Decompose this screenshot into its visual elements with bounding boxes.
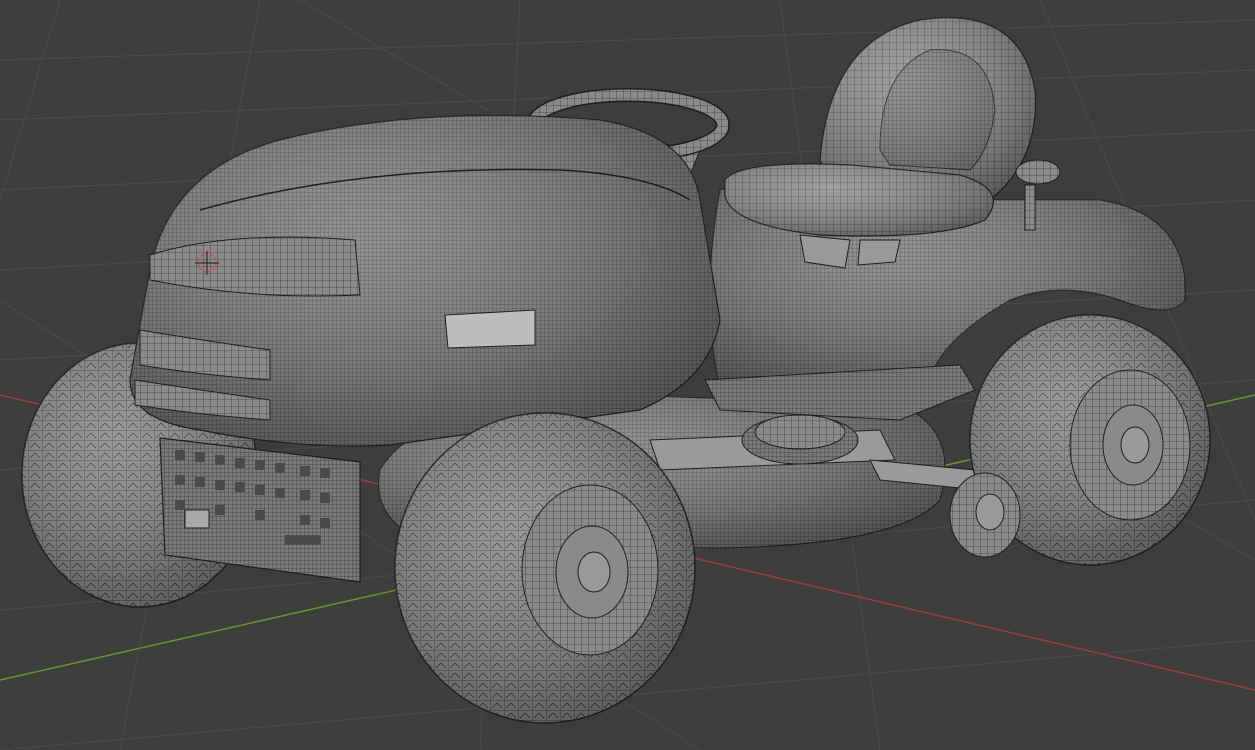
front-wheel-right[interactable] <box>394 412 696 724</box>
deck-pulley[interactable] <box>741 414 859 465</box>
engine-hood[interactable] <box>129 114 721 447</box>
viewport-scene[interactable] <box>0 0 1255 750</box>
seat-cushion[interactable] <box>724 163 994 237</box>
anti-scalp-wheel <box>949 472 1021 558</box>
3d-viewport[interactable] <box>0 0 1255 750</box>
